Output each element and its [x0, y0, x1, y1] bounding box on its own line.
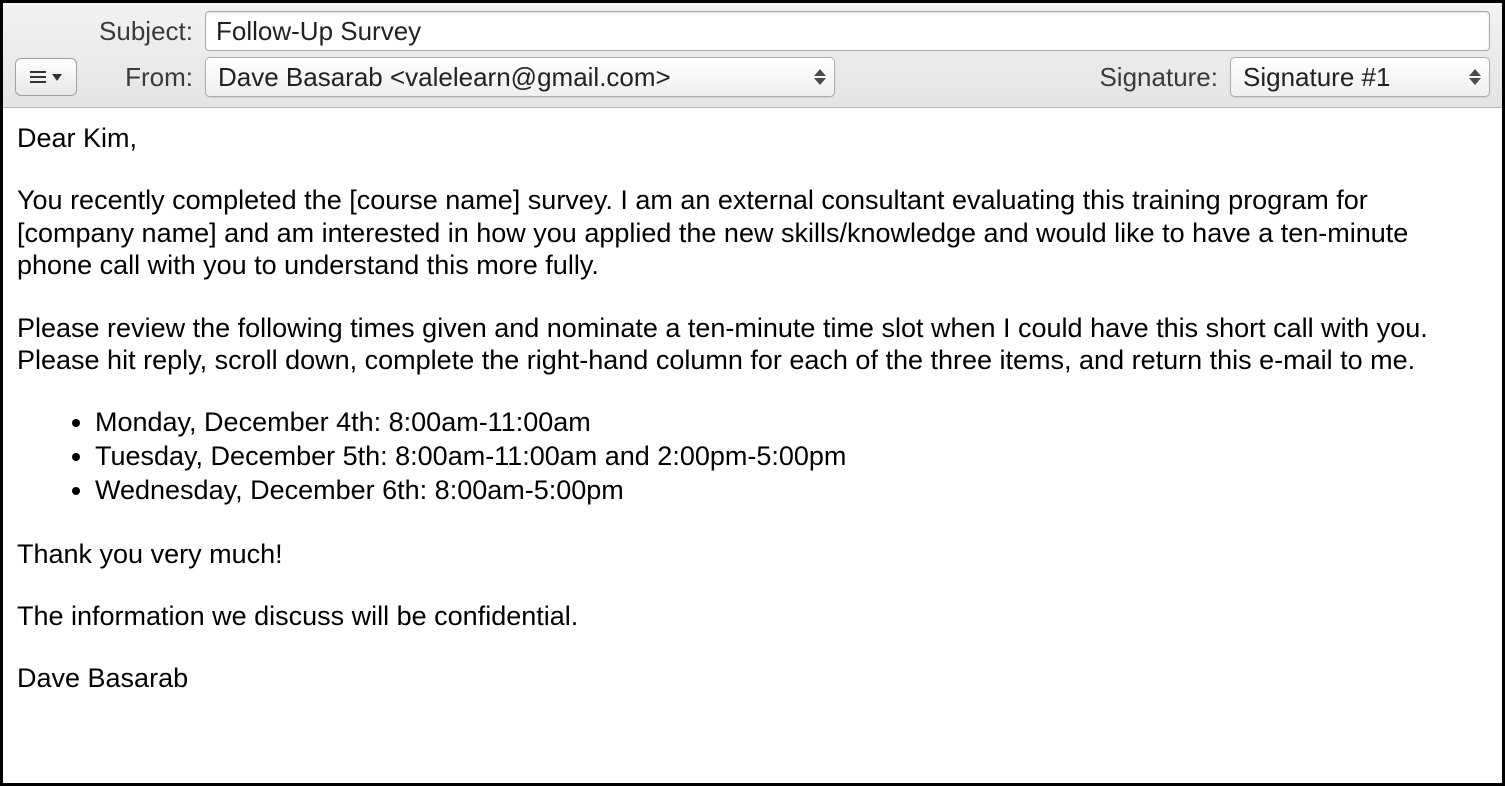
select-stepper-icon — [814, 69, 826, 85]
compose-options-button[interactable] — [15, 58, 77, 96]
signature-value: Signature #1 — [1243, 62, 1390, 93]
select-stepper-icon — [1469, 69, 1481, 85]
subject-input[interactable] — [205, 11, 1490, 51]
subject-label: Subject: — [15, 16, 205, 47]
from-account-value: Dave Basarab <valelearn@gmail.com> — [218, 62, 671, 93]
signature-select[interactable]: Signature #1 — [1230, 57, 1490, 97]
greeting-line: Dear Kim, — [17, 122, 1488, 154]
hamburger-icon — [30, 68, 46, 86]
compose-header: Subject: From: Dave Basarab <valelearn@g… — [3, 3, 1502, 108]
thanks-line: Thank you very much! — [17, 538, 1488, 570]
subject-row: Subject: — [15, 11, 1490, 51]
signature-label: Signature: — [1099, 62, 1230, 93]
confidential-line: The information we discuss will be confi… — [17, 600, 1488, 632]
chevron-down-icon — [52, 74, 62, 81]
message-body[interactable]: Dear Kim, You recently completed the [co… — [3, 108, 1502, 783]
body-paragraph-2: Please review the following times given … — [17, 312, 1488, 377]
from-label: From: — [85, 62, 205, 93]
availability-list: Monday, December 4th: 8:00am-11:00am Tue… — [17, 406, 1488, 507]
signoff-line: Dave Basarab — [17, 662, 1488, 694]
from-row: From: Dave Basarab <valelearn@gmail.com>… — [15, 57, 1490, 97]
list-item: Tuesday, December 5th: 8:00am-11:00am an… — [95, 440, 1488, 474]
compose-window: Subject: From: Dave Basarab <valelearn@g… — [0, 0, 1505, 786]
list-item: Monday, December 4th: 8:00am-11:00am — [95, 406, 1488, 440]
from-account-select[interactable]: Dave Basarab <valelearn@gmail.com> — [205, 57, 835, 97]
body-paragraph-1: You recently completed the [course name]… — [17, 184, 1488, 281]
list-item: Wednesday, December 6th: 8:00am-5:00pm — [95, 474, 1488, 508]
